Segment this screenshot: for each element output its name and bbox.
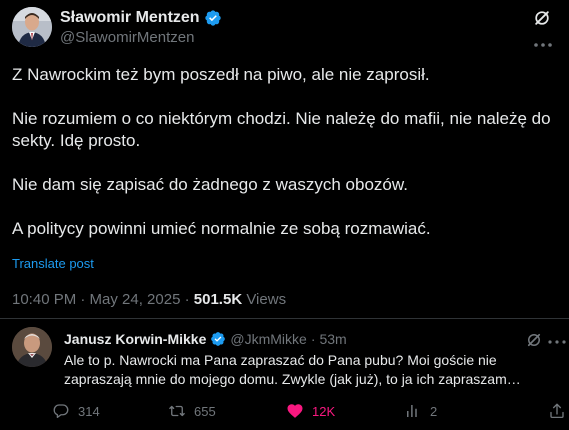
reply-timestamp[interactable]: 53m [319, 331, 346, 347]
tweet-timestamp[interactable]: 10:40 PM · May 24, 2025 [12, 291, 180, 308]
repost-count: 655 [194, 403, 216, 419]
divider [0, 318, 569, 319]
translate-post-link[interactable]: Translate post [12, 256, 94, 271]
share-icon [550, 403, 564, 419]
reply-header: Janusz Korwin-Mikke @JkmMikke · 53m [64, 331, 347, 347]
reply-button[interactable]: 314 [52, 402, 100, 420]
reply-author-handle[interactable]: @JkmMikke [230, 331, 306, 347]
like-count: 12K [312, 403, 336, 419]
reply-text[interactable]: Ale to p. Nawrocki ma Pana zapraszać do … [64, 351, 559, 389]
views-count[interactable]: 501.5K [194, 291, 242, 308]
analytics-icon [407, 405, 417, 417]
author-handle[interactable]: @SlawomirMentzen [60, 29, 194, 46]
author-name-text: Sławomir Mentzen [60, 9, 200, 26]
grok-icon[interactable] [525, 331, 543, 349]
verified-badge-icon[interactable] [204, 9, 222, 27]
more-icon[interactable] [532, 38, 554, 52]
tweet-text: Z Nawrockim też bym poszedł na piwo, ale… [12, 64, 557, 240]
reply-count: 314 [78, 403, 100, 419]
avatar-image [12, 327, 52, 367]
tweet-paragraph: A politycy powinni umieć normalnie ze so… [12, 219, 431, 238]
heart-icon [287, 404, 303, 418]
tweet-paragraph: Nie dam się zapisać do żadnego z waszych… [12, 175, 408, 194]
tweet-paragraph: Z Nawrockim też bym poszedł na piwo, ale… [12, 65, 430, 84]
views-label: Views [246, 291, 287, 308]
reply-views-count: 2 [430, 403, 438, 419]
repost-icon [169, 405, 185, 417]
grok-icon[interactable] [532, 8, 552, 28]
reply-action-bar: 314 655 12K 2 [0, 402, 569, 424]
comment-icon [53, 404, 69, 418]
verified-badge-icon[interactable] [210, 331, 226, 347]
author-avatar[interactable] [12, 7, 52, 47]
share-button[interactable] [548, 402, 566, 420]
author-name[interactable]: Sławomir Mentzen [60, 9, 222, 27]
tweet-paragraph: Nie rozumiem o co niektórym chodzi. Nie … [12, 109, 551, 150]
meta-separator: · [184, 291, 190, 308]
repost-button[interactable]: 655 [168, 402, 216, 420]
like-button[interactable]: 12K [286, 402, 335, 420]
more-icon[interactable] [547, 336, 567, 348]
reply-separator: · [310, 331, 316, 347]
reply-author-name[interactable]: Janusz Korwin-Mikke [64, 331, 206, 347]
tweet-detail: Sławomir Mentzen @SlawomirMentzen Z Nawr… [0, 0, 569, 430]
reply-author-avatar[interactable] [12, 327, 52, 367]
tweet-meta: 10:40 PM · May 24, 2025 · 501.5K Views [12, 291, 286, 308]
views-button[interactable]: 2 [404, 402, 437, 420]
avatar-image [12, 7, 52, 47]
